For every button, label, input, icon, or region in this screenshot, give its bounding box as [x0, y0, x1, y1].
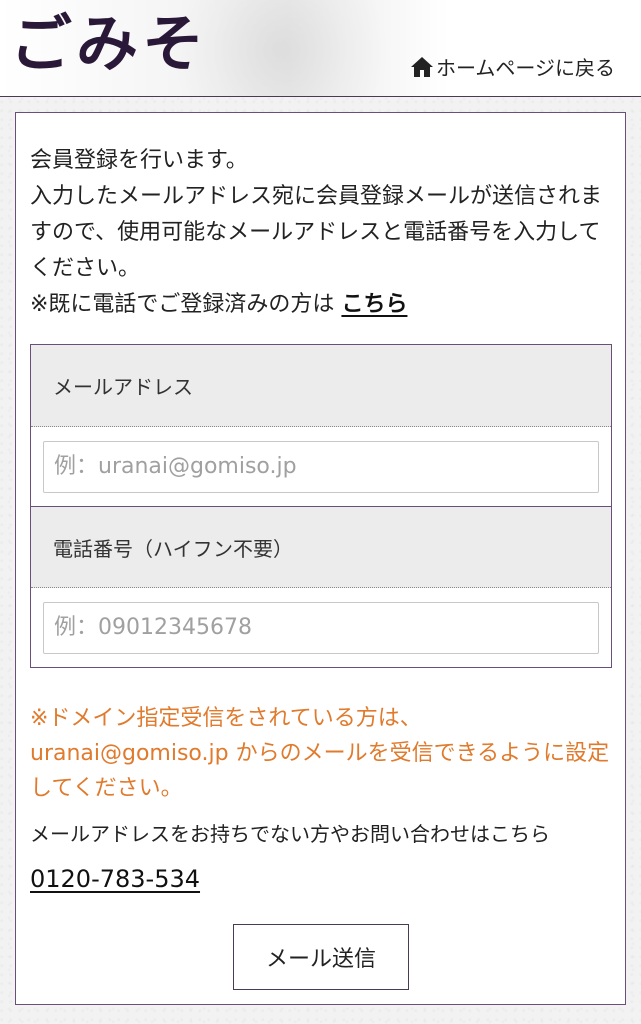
- send-mail-button[interactable]: メール送信: [233, 924, 409, 990]
- home-link-label: ホームページに戻る: [436, 56, 615, 80]
- email-cell: [31, 427, 611, 506]
- phone-label: 電話番号（ハイフン不要）: [31, 506, 611, 588]
- contact-phone-link[interactable]: 0120-783-534: [30, 865, 200, 893]
- intro-text: 会員登録を行います。 入力したメールアドレス宛に会員登録メールが送信されますので…: [30, 143, 615, 323]
- intro-line-3: ※既に電話でご登録済みの方は こちら: [30, 287, 615, 323]
- domain-notice: ※ドメイン指定受信をされている方は、uranai@gomiso.jp からのメー…: [30, 706, 610, 801]
- home-link[interactable]: ホームページに戻る: [410, 52, 615, 81]
- phone-field[interactable]: [43, 601, 599, 654]
- already-registered-link[interactable]: こちら: [341, 292, 407, 317]
- email-field[interactable]: [43, 440, 599, 493]
- email-label: メールアドレス: [31, 345, 611, 427]
- contact-text: メールアドレスをお持ちでない方やお問い合わせはこちら: [30, 822, 550, 846]
- already-registered-text: ※既に電話でご登録済みの方は: [30, 292, 342, 317]
- registration-form: メールアドレス 電話番号（ハイフン不要）: [30, 344, 612, 668]
- site-logo[interactable]: ごみそ: [10, 4, 208, 84]
- home-icon: [411, 56, 433, 77]
- phone-cell: [31, 588, 611, 667]
- intro-line-2: 入力したメールアドレス宛に会員登録メールが送信されますので、使用可能なメールアド…: [30, 184, 603, 281]
- site-header: ごみそ ホームページに戻る: [0, 0, 641, 97]
- intro-line-1: 会員登録を行います。: [30, 148, 248, 173]
- registration-panel: 会員登録を行います。 入力したメールアドレス宛に会員登録メールが送信されますので…: [15, 112, 626, 1005]
